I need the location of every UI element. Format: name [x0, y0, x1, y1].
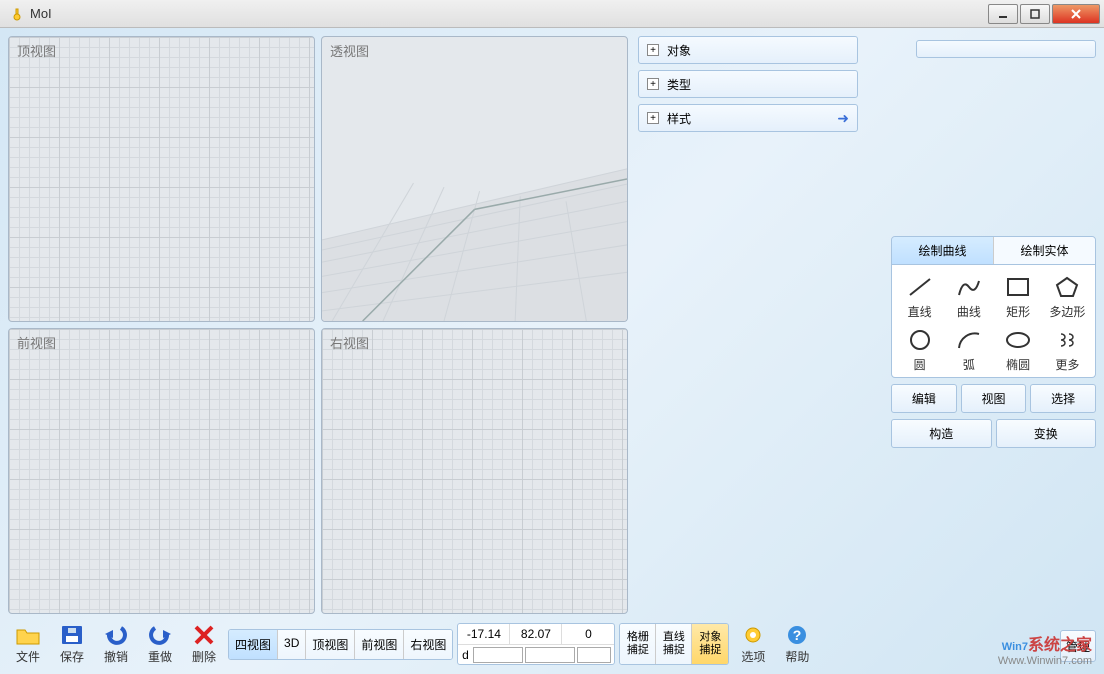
folder-icon: [15, 623, 41, 647]
scene-item-label: 样式: [667, 110, 691, 127]
viewport-label: 前视图: [17, 333, 56, 352]
titlebar: MoI: [0, 0, 1104, 28]
scene-item-label: 类型: [667, 76, 691, 93]
coord-y: 82.07: [510, 624, 562, 644]
tool-arc[interactable]: 弧: [945, 324, 992, 375]
snap-object-button[interactable]: 对象捕捉: [692, 624, 728, 664]
view-quad-button[interactable]: 四视图: [229, 630, 278, 659]
expand-icon: +: [647, 78, 659, 90]
history-panel[interactable]: [916, 40, 1096, 58]
file-button[interactable]: 文件: [8, 621, 48, 667]
viewport-front[interactable]: 前视图: [8, 328, 315, 614]
window-title: MoI: [30, 6, 986, 21]
help-icon: ?: [784, 623, 810, 647]
coordinate-readout: -17.14 82.07 0 d: [457, 623, 615, 665]
scene-item-objects[interactable]: + 对象: [638, 36, 858, 64]
view-right-button[interactable]: 右视图: [404, 630, 452, 659]
view-front-button[interactable]: 前视图: [355, 630, 404, 659]
undo-icon: [103, 623, 129, 647]
tool-polygon[interactable]: 多边形: [1044, 271, 1091, 322]
redo-icon: [147, 623, 173, 647]
view-switch-buttons: 四视图 3D 顶视图 前视图 右视图: [228, 629, 453, 660]
palette-view-button[interactable]: 视图: [961, 384, 1027, 413]
d-input-3[interactable]: [577, 647, 611, 663]
save-button[interactable]: 保存: [52, 621, 92, 667]
viewport-label: 右视图: [330, 333, 369, 352]
scene-item-types[interactable]: + 类型: [638, 70, 858, 98]
svg-text:?: ?: [793, 627, 802, 643]
viewport-right[interactable]: 右视图: [321, 328, 628, 614]
tool-line[interactable]: 直线: [896, 271, 943, 322]
tool-more[interactable]: 更多: [1044, 324, 1091, 375]
floppy-icon: [59, 623, 85, 647]
snap-buttons: 格栅捕捉 直线捕捉 对象捕捉: [619, 623, 729, 665]
viewport-top[interactable]: 顶视图: [8, 36, 315, 322]
app-icon: [10, 7, 24, 21]
expand-icon: +: [647, 112, 659, 124]
view-3d-button[interactable]: 3D: [278, 630, 306, 659]
d-input-2[interactable]: [525, 647, 575, 663]
d-input-1[interactable]: [473, 647, 523, 663]
expand-icon: +: [647, 44, 659, 56]
view-top-button[interactable]: 顶视图: [306, 630, 355, 659]
scene-item-styles[interactable]: + 样式 ➜: [638, 104, 858, 132]
help-button[interactable]: ?帮助: [777, 621, 817, 667]
tool-curve[interactable]: 曲线: [945, 271, 992, 322]
palette-select-button[interactable]: 选择: [1030, 384, 1096, 413]
bottom-toolbar: 文件 保存 撤销 重做 删除 四视图 3D 顶视图 前视图 右视图 -17.14…: [8, 618, 1096, 670]
scene-browser: + 对象 + 类型 + 样式 ➜: [638, 36, 858, 138]
delete-button[interactable]: 删除: [184, 621, 224, 667]
viewports: 顶视图 透视图 前视图 右视图: [8, 36, 628, 614]
palette-edit-button[interactable]: 编辑: [891, 384, 957, 413]
tool-circle[interactable]: 圆: [896, 324, 943, 375]
tab-draw-solids[interactable]: 绘制实体: [994, 237, 1095, 264]
coord-z: 0: [562, 624, 614, 644]
tool-palette: 绘制曲线 绘制实体 直线 曲线 矩形 多边形 圆 弧 椭圆 更多 编辑 视图 选…: [891, 236, 1096, 448]
options-button[interactable]: 选项: [733, 621, 773, 667]
tool-rect[interactable]: 矩形: [995, 271, 1042, 322]
coord-x: -17.14: [458, 624, 510, 644]
palette-construct-button[interactable]: 构造: [891, 419, 992, 448]
d-label: d: [458, 648, 472, 662]
redo-button[interactable]: 重做: [140, 621, 180, 667]
undo-button[interactable]: 撤销: [96, 621, 136, 667]
arrow-right-icon: ➜: [837, 110, 849, 127]
viewport-perspective[interactable]: 透视图: [321, 36, 628, 322]
snap-grid-button[interactable]: 格栅捕捉: [620, 624, 656, 664]
palette-transform-button[interactable]: 变换: [996, 419, 1097, 448]
snap-line-button[interactable]: 直线捕捉: [656, 624, 692, 664]
window-buttons: [986, 4, 1100, 24]
viewport-label: 透视图: [330, 41, 369, 60]
maximize-button[interactable]: [1020, 4, 1050, 24]
close-button[interactable]: [1052, 4, 1100, 24]
delete-icon: [191, 623, 217, 647]
minimize-button[interactable]: [988, 4, 1018, 24]
tab-draw-curves[interactable]: 绘制曲线: [892, 237, 994, 264]
tool-ellipse[interactable]: 椭圆: [995, 324, 1042, 375]
gear-icon: [740, 623, 766, 647]
scene-item-label: 对象: [667, 42, 691, 59]
viewport-label: 顶视图: [17, 41, 56, 60]
